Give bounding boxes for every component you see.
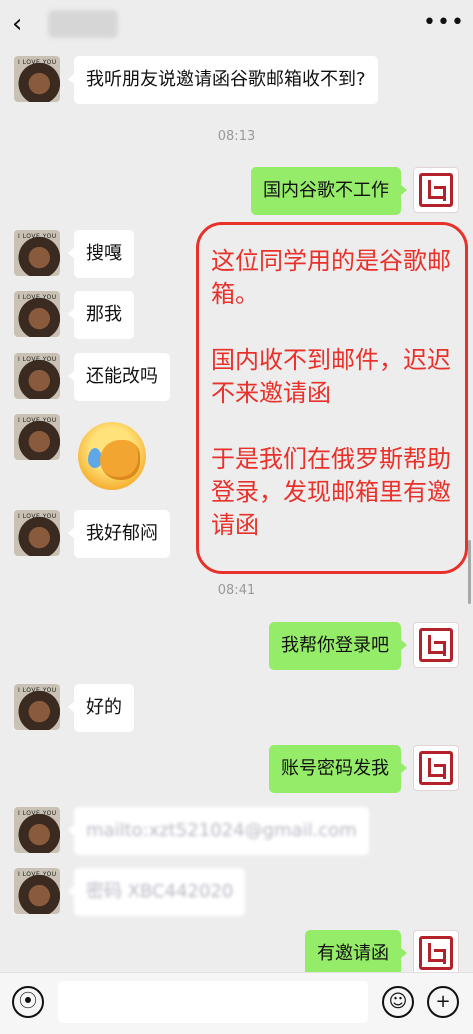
message-row: 国内谷歌不工作 (0, 167, 473, 217)
annotation-text: 于是我们在俄罗斯帮助登录，发现邮箱里有邀请函 (211, 445, 451, 539)
message-bubble[interactable]: 搜嘎 (68, 230, 134, 278)
avatar[interactable] (413, 622, 459, 668)
annotation-text: 国内收不到邮件，迟迟不来邀请函 (211, 346, 451, 407)
voice-icon[interactable]: ⦿ (12, 986, 44, 1018)
message-bubble[interactable]: 还能改吗 (68, 353, 170, 401)
message-bubble[interactable]: 好的 (68, 684, 134, 732)
message-bubble[interactable]: 那我 (68, 291, 134, 339)
avatar[interactable] (413, 745, 459, 791)
scrollbar[interactable] (468, 540, 471, 604)
message-bubble[interactable]: 我帮你登录吧 (269, 622, 407, 670)
avatar[interactable]: I LOVE YOU (14, 868, 60, 914)
message-row: 账号密码发我 (0, 745, 473, 795)
message-bubble[interactable]: 密码 XBC442020 (67, 868, 246, 916)
red-annotation-box: 这位同学用的是谷歌邮箱。 国内收不到邮件，迟迟不来邀请函 于是我们在俄罗斯帮助登… (196, 222, 468, 574)
avatar[interactable]: I LOVE YOU (14, 684, 60, 730)
avatar[interactable]: I LOVE YOU (14, 807, 60, 853)
message-bubble[interactable]: 国内谷歌不工作 (251, 167, 407, 215)
emoji-icon[interactable]: ☺ (382, 986, 414, 1018)
chat-screen: ‹ ••• I LOVE YOU 我听朋友说邀请函谷歌邮箱收不到? 08:13 … (0, 0, 473, 1034)
chevron-left-icon[interactable]: ‹ (12, 10, 36, 38)
avatar[interactable]: I LOVE YOU (14, 230, 60, 276)
input-bar: ⦿ ☺ + (0, 972, 473, 1034)
timestamp: 08:13 (217, 129, 256, 144)
avatar[interactable]: I LOVE YOU (14, 414, 60, 460)
annotation-text: 这位同学用的是谷歌邮箱。 (211, 247, 451, 308)
avatar[interactable] (413, 167, 459, 213)
message-bubble[interactable]: mailto:xzt521024@gmail.com (68, 807, 369, 855)
message-row: 我帮你登录吧 (0, 622, 473, 672)
message-row: I LOVE YOU 密码 XBC442020 (0, 868, 473, 918)
avatar[interactable]: I LOVE YOU (14, 56, 60, 102)
message-row: I LOVE YOU mailto:xzt521024@gmail.com (0, 807, 473, 857)
avatar[interactable]: I LOVE YOU (14, 510, 60, 556)
message-bubble[interactable]: 我好郁闷 (68, 510, 170, 558)
chat-header: ‹ ••• (0, 0, 473, 50)
avatar[interactable]: I LOVE YOU (14, 291, 60, 337)
avatar[interactable]: I LOVE YOU (14, 353, 60, 399)
timestamp: 08:41 (217, 583, 256, 598)
avatar[interactable] (413, 930, 459, 976)
message-bubble[interactable]: 账号密码发我 (269, 745, 407, 793)
facepalm-crying-emoji-icon[interactable] (78, 422, 146, 490)
more-dots-icon[interactable]: ••• (423, 8, 464, 40)
message-bubble[interactable]: 有邀请函 (305, 930, 407, 978)
message-row: I LOVE YOU 好的 (0, 684, 473, 734)
message-row: I LOVE YOU 我听朋友说邀请函谷歌邮箱收不到? (0, 56, 473, 106)
message-input[interactable] (58, 981, 368, 1023)
message-bubble[interactable]: 我听朋友说邀请函谷歌邮箱收不到? (68, 56, 378, 104)
contact-name (48, 10, 118, 38)
plus-icon[interactable]: + (427, 986, 459, 1018)
